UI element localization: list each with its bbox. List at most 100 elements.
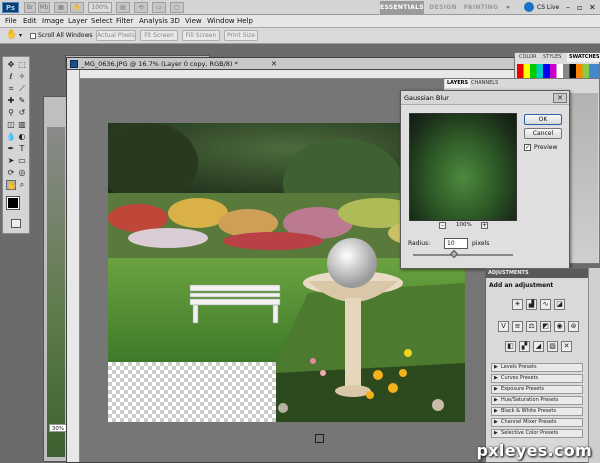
blur-tool-icon[interactable]: 💧 bbox=[6, 132, 16, 142]
posterize-icon[interactable]: ▞ bbox=[519, 341, 530, 352]
tab-layers[interactable]: LAYERS bbox=[445, 79, 471, 88]
document-tab[interactable]: _MG_0636.JPG @ 16.7% (Layer 0 copy, RGB/… bbox=[67, 58, 551, 70]
menu-layer[interactable]: Layer bbox=[68, 15, 88, 28]
minibridge-button[interactable]: Mb bbox=[38, 2, 50, 13]
menu-image[interactable]: Image bbox=[42, 15, 64, 28]
layer-thumbnails[interactable] bbox=[570, 93, 598, 263]
menu-window[interactable]: Window bbox=[207, 15, 235, 28]
menu-help[interactable]: Help bbox=[237, 15, 253, 28]
swatch-grid[interactable] bbox=[517, 64, 599, 78]
tab-color[interactable]: COLOR bbox=[517, 53, 538, 62]
crop-tool-icon[interactable]: ⌗ bbox=[6, 84, 16, 94]
hue-saturation-icon[interactable]: ≡ bbox=[512, 321, 523, 332]
dialog-title-bar[interactable]: Gaussian Blur ✕ bbox=[401, 91, 569, 105]
gradient-tool-icon[interactable]: ▥ bbox=[17, 120, 27, 130]
eyedropper-tool-icon[interactable]: ⟋ bbox=[17, 84, 27, 94]
zoom-level-select[interactable]: 100% bbox=[88, 2, 112, 13]
quick-mask-button[interactable] bbox=[11, 219, 21, 228]
invert-icon[interactable]: ◧ bbox=[505, 341, 516, 352]
preset-channel-mixer[interactable]: ▶ Channel Mixer Presets bbox=[491, 418, 583, 427]
workspace-essentials[interactable]: ESSENTIALS bbox=[380, 1, 424, 14]
3d-camera-tool-icon[interactable]: ◎ bbox=[17, 168, 27, 178]
fit-screen-button[interactable]: Fit Screen bbox=[140, 30, 178, 41]
dialog-close-icon[interactable]: ✕ bbox=[553, 93, 567, 103]
foreground-color-swatch[interactable] bbox=[6, 196, 20, 210]
hand-tool-icon[interactable]: ✋ bbox=[6, 180, 17, 190]
pen-tool-icon[interactable]: ✒ bbox=[6, 144, 16, 154]
brightness-icon[interactable]: ☀ bbox=[512, 299, 523, 310]
healing-brush-tool-icon[interactable]: ✚ bbox=[6, 96, 16, 106]
black-white-icon[interactable]: ◩ bbox=[540, 321, 551, 332]
bridge-button[interactable]: Br bbox=[24, 2, 36, 13]
menu-3d[interactable]: 3D bbox=[170, 15, 180, 28]
exposure-icon[interactable]: ◪ bbox=[554, 299, 565, 310]
tool-preset-dropdown[interactable]: ▾ bbox=[19, 32, 22, 39]
history-brush-tool-icon[interactable]: ↺ bbox=[17, 108, 27, 118]
radius-slider-track[interactable] bbox=[413, 254, 513, 256]
zoom-level-indicator[interactable]: 30% bbox=[49, 424, 67, 432]
shape-tool-icon[interactable]: ▭ bbox=[17, 156, 27, 166]
preset-hue-saturation[interactable]: ▶ Hue/Saturation Presets bbox=[491, 396, 583, 405]
workspace-design[interactable]: DESIGN bbox=[428, 1, 458, 14]
menu-file[interactable]: File bbox=[5, 15, 17, 28]
vibrance-icon[interactable]: V bbox=[498, 321, 509, 332]
zoom-out-button[interactable]: - bbox=[439, 222, 446, 229]
marquee-tool-icon[interactable]: ⬚ bbox=[17, 60, 27, 70]
channel-mixer-icon[interactable]: ⊛ bbox=[568, 321, 579, 332]
zoom-in-button[interactable]: + bbox=[481, 222, 488, 229]
gradient-map-icon[interactable]: ▨ bbox=[547, 341, 558, 352]
radius-slider-handle[interactable] bbox=[449, 249, 459, 259]
extras-button[interactable]: ▦ bbox=[54, 2, 68, 13]
zoom-tool-icon[interactable]: ⌕ bbox=[17, 180, 27, 190]
levels-icon[interactable]: ▟ bbox=[526, 299, 537, 310]
move-tool-icon[interactable]: ✥ bbox=[6, 60, 16, 70]
screen-mode-button[interactable]: ▢ bbox=[170, 2, 184, 13]
clone-stamp-tool-icon[interactable]: ⚲ bbox=[6, 108, 16, 118]
menu-filter[interactable]: Filter bbox=[116, 15, 133, 28]
menu-select[interactable]: Select bbox=[91, 15, 113, 28]
preset-black-white[interactable]: ▶ Black & White Presets bbox=[491, 407, 583, 416]
magic-wand-tool-icon[interactable]: ✧ bbox=[17, 72, 27, 82]
menu-view[interactable]: View bbox=[185, 15, 202, 28]
background-document-window[interactable] bbox=[43, 96, 68, 462]
lasso-tool-icon[interactable]: ℓ bbox=[6, 72, 16, 82]
restore-window-button[interactable]: ▫ bbox=[577, 0, 582, 15]
grid-button[interactable]: ▤ bbox=[116, 2, 130, 13]
adjustments-tab[interactable]: ADJUSTMENTS bbox=[486, 269, 599, 278]
eraser-tool-icon[interactable]: ◫ bbox=[6, 120, 16, 130]
actual-pixels-button[interactable]: Actual Pixels bbox=[96, 30, 136, 41]
type-tool-icon[interactable]: T bbox=[17, 144, 27, 154]
ok-button[interactable]: OK bbox=[524, 114, 562, 125]
preview-checkbox[interactable]: ✓ bbox=[524, 144, 531, 151]
more-workspaces-button[interactable]: » bbox=[502, 1, 514, 14]
panel-scrollbar[interactable] bbox=[588, 268, 600, 463]
close-document-icon[interactable]: ✕ bbox=[271, 58, 277, 70]
tab-styles[interactable]: STYLES bbox=[541, 53, 563, 62]
selective-color-icon[interactable]: ✕ bbox=[561, 341, 572, 352]
cslive-button[interactable]: CS Live bbox=[537, 0, 559, 15]
3d-rotate-tool-icon[interactable]: ⟳ bbox=[6, 168, 16, 178]
preset-selective-color[interactable]: ▶ Selective Color Presets bbox=[491, 429, 583, 438]
dodge-tool-icon[interactable]: ◐ bbox=[17, 132, 27, 142]
tab-swatches[interactable]: SWATCHES bbox=[567, 53, 600, 62]
menu-analysis[interactable]: Analysis bbox=[139, 15, 168, 28]
tab-channels[interactable]: CHANNELS bbox=[469, 79, 500, 88]
photo-filter-icon[interactable]: ◉ bbox=[554, 321, 565, 332]
brush-tool-icon[interactable]: ✎ bbox=[17, 96, 27, 106]
minimize-window-button[interactable]: – bbox=[566, 0, 570, 15]
color-balance-icon[interactable]: ⚖ bbox=[526, 321, 537, 332]
path-selection-tool-icon[interactable]: ➤ bbox=[6, 156, 16, 166]
hand-view-button[interactable]: ✋ bbox=[70, 2, 84, 13]
close-window-button[interactable]: ✕ bbox=[589, 0, 596, 15]
print-size-button[interactable]: Print Size bbox=[224, 30, 258, 41]
preset-exposure[interactable]: ▶ Exposure Presets bbox=[491, 385, 583, 394]
blur-preview[interactable] bbox=[409, 113, 517, 221]
threshold-icon[interactable]: ◢ bbox=[533, 341, 544, 352]
preset-curves[interactable]: ▶ Curves Presets bbox=[491, 374, 583, 383]
workspace-painting[interactable]: PAINTING bbox=[462, 1, 500, 14]
rotate-view-button[interactable]: ⟲ bbox=[134, 2, 148, 13]
curves-icon[interactable]: ∿ bbox=[540, 299, 551, 310]
preset-levels[interactable]: ▶ Levels Presets bbox=[491, 363, 583, 372]
scroll-all-checkbox[interactable] bbox=[30, 33, 36, 39]
menu-edit[interactable]: Edit bbox=[23, 15, 37, 28]
